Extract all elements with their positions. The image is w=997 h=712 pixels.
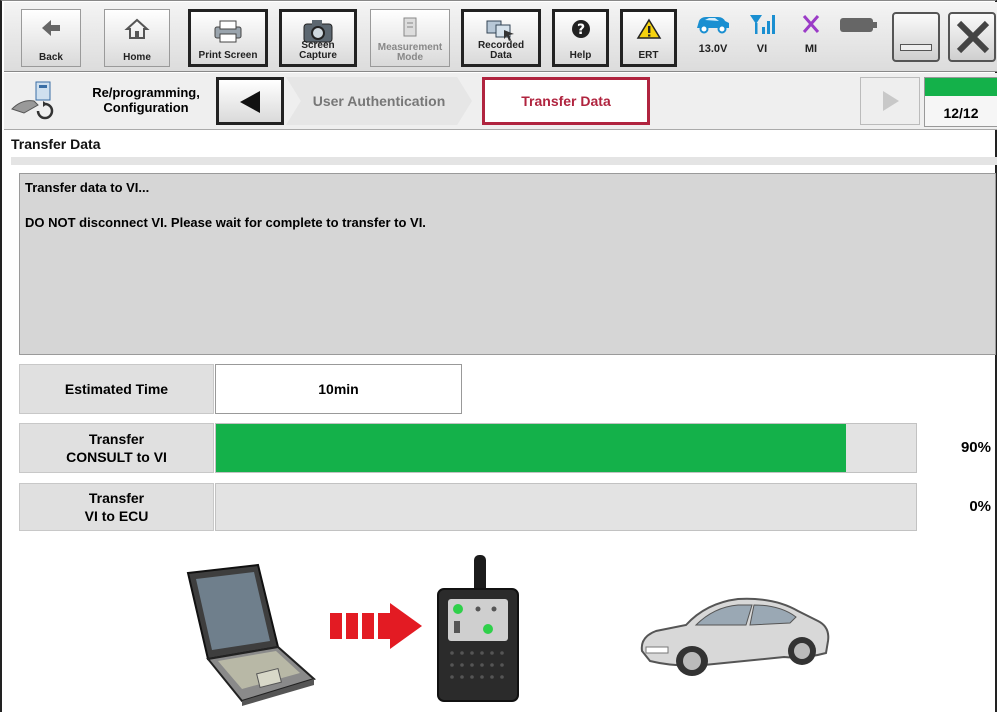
next-step-button[interactable] [860, 77, 920, 125]
step-user-authentication: User Authentication [286, 77, 472, 125]
transfer-consult-to-vi-percent: 90% [960, 439, 991, 456]
print-screen-label: Print Screen [198, 50, 258, 61]
measurement-mode-button[interactable]: Measurement Mode [370, 9, 450, 67]
mi-indicator: MI [793, 12, 829, 55]
vi-device-icon [434, 553, 524, 708]
next-arrow-icon [880, 89, 902, 118]
transfer-vi-to-ecu-progress [215, 483, 917, 531]
transfer-label-line-2: VI to ECU [84, 508, 149, 524]
car-icon [634, 581, 834, 686]
step-progress-bar [925, 78, 997, 96]
warning-icon [636, 18, 662, 43]
reprogram-icon [8, 79, 60, 128]
battery-voltage-text: 13.0V [698, 43, 728, 55]
step-transfer-data: Transfer Data [482, 77, 650, 125]
transfer-label-line-1: Transfer [88, 431, 145, 447]
transfer-vi-to-ecu-label: Transfer VI to ECU [19, 483, 214, 531]
home-icon [124, 16, 150, 45]
home-label: Home [123, 52, 151, 63]
step-counter: 12/12 [924, 77, 997, 127]
measurement-icon [400, 16, 420, 43]
breadcrumb: Re/programming, Configuration User Authe… [4, 73, 997, 130]
page-title: Transfer Data [11, 136, 101, 152]
mi-label: MI [804, 43, 818, 55]
estimated-time-value: 10min [215, 364, 462, 414]
help-button[interactable]: ? Help [552, 9, 609, 67]
transfer-label-line-2: CONSULT to VI [66, 449, 167, 465]
vi-indicator: VI [742, 12, 782, 55]
recorded-data-label-2: Data [490, 50, 512, 61]
vi-label: VI [756, 43, 768, 55]
title-divider [11, 157, 997, 165]
back-arrow-icon [40, 16, 62, 43]
mi-x-icon [793, 12, 829, 39]
prev-step-button[interactable] [216, 77, 284, 125]
screen-capture-button[interactable]: Screen Capture [279, 9, 357, 67]
close-button[interactable] [948, 12, 996, 62]
ert-button[interactable]: ERT [620, 9, 677, 67]
estimated-time-label: Estimated Time [19, 364, 214, 414]
toolbar: Back Home Print Screen Screen Capture Me… [4, 2, 997, 72]
car-battery-icon [688, 12, 738, 37]
step-user-authentication-label: User Authentication [312, 93, 446, 109]
printer-icon [211, 18, 245, 47]
transfer-arrow-icon [328, 601, 424, 656]
minimize-button[interactable] [892, 12, 940, 62]
progress-fill [216, 424, 846, 472]
transfer-consult-to-vi-label: Transfer CONSULT to VI [19, 423, 214, 473]
battery-voltage-indicator: 13.0V [688, 12, 738, 55]
help-label: Help [569, 50, 592, 61]
recorded-data-button[interactable]: Recorded Data [461, 9, 541, 67]
step-count-text: 12/12 [943, 105, 979, 121]
step-transfer-data-label: Transfer Data [521, 93, 611, 109]
help-icon: ? [570, 18, 592, 43]
close-icon [954, 18, 992, 61]
vi-signal-icon [742, 12, 782, 39]
screen-capture-label-2: Capture [299, 50, 337, 61]
back-button[interactable]: Back [21, 9, 81, 67]
message-line-2: DO NOT disconnect VI. Please wait for co… [25, 215, 426, 230]
message-panel: Transfer data to VI... DO NOT disconnect… [19, 173, 996, 355]
recorded-data-icon [484, 18, 518, 45]
transfer-label-line-1: Transfer [88, 490, 145, 506]
message-line-1: Transfer data to VI... [25, 180, 150, 195]
back-label: Back [39, 52, 63, 63]
camera-icon [302, 18, 334, 47]
ert-label: ERT [638, 50, 659, 61]
mode-title-line-1: Re/programming, [92, 85, 200, 100]
transfer-consult-to-vi-progress [215, 423, 917, 473]
svg-text:?: ? [576, 22, 584, 38]
battery-icon [837, 16, 881, 37]
mode-title-line-2: Configuration [103, 100, 189, 115]
home-button[interactable]: Home [104, 9, 170, 67]
transfer-vi-to-ecu-percent: 0% [969, 498, 991, 515]
minimize-icon [900, 44, 932, 51]
measurement-mode-label-2: Mode [396, 52, 424, 63]
mode-title: Re/programming, Configuration [76, 85, 216, 115]
app-window: Back Home Print Screen Screen Capture Me… [0, 0, 997, 712]
laptop-icon [180, 561, 320, 711]
estimated-time-text: 10min [318, 381, 359, 397]
print-screen-button[interactable]: Print Screen [188, 9, 268, 67]
prev-arrow-icon [236, 89, 264, 120]
